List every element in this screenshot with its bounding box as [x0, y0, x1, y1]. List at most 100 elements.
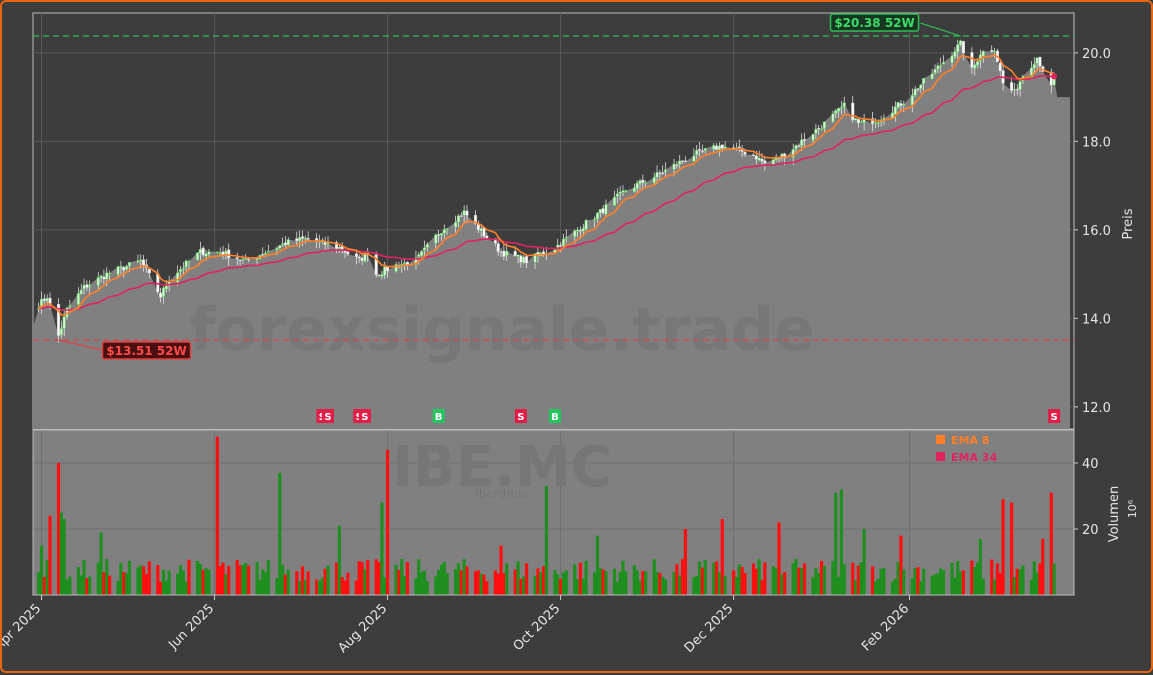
volume-bar — [218, 565, 222, 595]
volume-bar — [414, 578, 418, 595]
volume-bar — [176, 573, 180, 595]
volume-bar — [882, 568, 886, 595]
volume-bar — [161, 569, 166, 595]
candle-body — [456, 215, 461, 223]
x-tick-label: Oct 2025 — [511, 601, 564, 654]
volume-bar — [59, 512, 63, 595]
volume-bar — [717, 572, 722, 595]
price-tick-label: 14.0 — [1082, 312, 1111, 327]
candle-body — [59, 328, 63, 336]
candle-body — [476, 223, 480, 231]
volume-bar — [227, 566, 231, 595]
candle-body — [116, 266, 120, 275]
candle-body — [161, 287, 166, 297]
volume-bar — [672, 571, 676, 595]
candle-body — [754, 155, 758, 160]
volume-bar — [1021, 565, 1025, 595]
volume-bar — [499, 545, 503, 595]
candle-body — [499, 251, 503, 253]
candle-body — [454, 222, 458, 228]
candle-body — [876, 121, 880, 124]
volume-bar — [201, 569, 205, 595]
volume-bar — [125, 573, 129, 595]
signal-label: S — [517, 412, 524, 423]
volume-bar — [757, 559, 761, 595]
candle-body — [195, 252, 200, 261]
candle-body — [68, 305, 72, 307]
candle-body — [420, 250, 424, 257]
volume-bar — [913, 568, 917, 595]
candle-body — [936, 65, 940, 70]
volume-bar — [791, 563, 795, 595]
volume-bar — [839, 489, 844, 595]
candle-body — [1015, 88, 1019, 91]
candle-body — [278, 245, 282, 249]
candle-body — [961, 41, 965, 54]
candle-body — [346, 251, 350, 255]
volume-bar — [221, 562, 225, 595]
low-52w-label: $13.51 52W — [106, 344, 186, 358]
volume-bar — [842, 564, 846, 595]
volume-bar — [958, 571, 963, 595]
candle-body — [1010, 82, 1014, 91]
volume-bar — [533, 575, 537, 595]
candle-body — [465, 210, 469, 216]
candle-body — [950, 55, 954, 64]
volume-bar — [82, 559, 86, 595]
volume-bar — [385, 449, 390, 595]
candle-body — [357, 256, 361, 259]
volume-bar — [936, 573, 940, 595]
candle-body — [215, 251, 219, 254]
candle-body — [712, 145, 716, 150]
volume-bar — [856, 565, 861, 595]
volume-bar — [930, 575, 934, 595]
candle-body — [380, 274, 384, 277]
candle-body — [76, 293, 80, 305]
volume-bar — [604, 571, 608, 595]
candle-body — [422, 247, 426, 251]
volume-bar — [139, 565, 143, 595]
candle-body — [598, 209, 602, 214]
volume-bar — [737, 564, 741, 595]
volume-bar — [462, 559, 466, 595]
candle-body — [201, 247, 205, 256]
candle-body — [298, 237, 302, 242]
signal-label: B — [435, 412, 443, 423]
volume-bar — [661, 576, 665, 595]
volume-bar — [953, 577, 957, 595]
volume-bar — [184, 581, 188, 595]
volume-bar — [439, 564, 444, 595]
volume-bar — [107, 575, 112, 595]
price-panel: forexsignale.trade $20.38 52W $13.51 52W S… — [32, 12, 1136, 430]
candle-body — [584, 219, 588, 230]
volume-bar — [164, 580, 168, 595]
volume-bar — [1001, 499, 1005, 595]
candle-body — [618, 191, 622, 194]
x-axis: Apr 2025 Jun 2025 Aug 2025 Oct 2025 Dec 2025… — [0, 595, 912, 656]
volume-bar — [879, 568, 883, 595]
candle-body — [445, 228, 449, 230]
candle-body — [238, 259, 242, 261]
volume-bar — [76, 566, 80, 595]
candle-body — [658, 172, 662, 174]
candle-body — [241, 258, 245, 260]
volume-bar — [39, 545, 44, 595]
volume-bar — [819, 560, 824, 595]
volume-bar — [99, 532, 103, 595]
candle-body — [164, 285, 168, 290]
volume-bar — [720, 519, 724, 595]
candle-body — [922, 78, 926, 85]
candle-body — [198, 249, 202, 254]
candle-body — [360, 257, 364, 261]
volume-bar — [258, 579, 262, 595]
volume-bar — [774, 567, 778, 595]
candle-body — [771, 159, 775, 165]
volume-bar — [564, 570, 568, 595]
volume-bar — [544, 486, 549, 595]
candle-body — [88, 284, 92, 287]
volume-bar — [377, 562, 381, 595]
candle-body — [661, 172, 665, 174]
volume-bar — [244, 562, 248, 595]
volume-bar — [283, 574, 288, 595]
candle-body — [593, 218, 597, 221]
